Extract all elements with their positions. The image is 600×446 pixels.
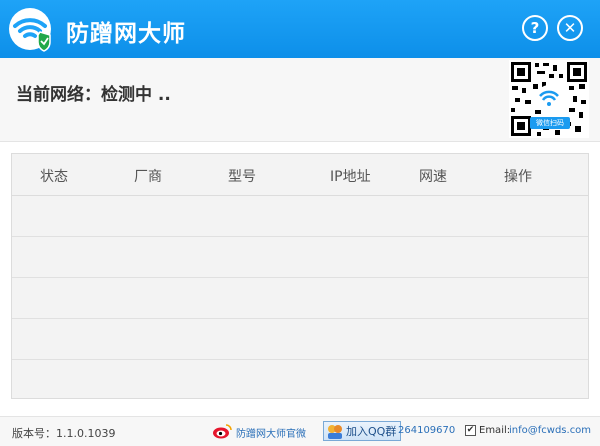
qr-caption: 微信扫码 — [530, 117, 570, 129]
current-network-status: 当前网络：检测中 .. — [16, 80, 171, 105]
table-row — [12, 196, 588, 237]
email-link[interactable]: info@fcwds.com — [509, 425, 591, 436]
help-button[interactable]: ? — [522, 15, 548, 41]
footer-bar: 版本号：1.1.0.1039 防蹭网大师官微 加入QQ群 264109670 ✔… — [0, 416, 600, 446]
column-status: 状态 — [40, 169, 68, 185]
version-label: 版本号：1.1.0.1039 — [12, 427, 116, 440]
device-table: 状态 厂商 型号 IP地址 网速 操作 — [11, 153, 589, 399]
title-bar: 防蹭网大师 ? ✕ — [0, 0, 600, 58]
current-network-label: 当前网络： — [16, 85, 101, 105]
table-row — [12, 319, 588, 360]
official-weibo-link[interactable]: 防蹭网大师官微 — [236, 425, 306, 440]
email-checkbox[interactable]: ✔ — [465, 425, 476, 436]
close-button[interactable]: ✕ — [557, 15, 583, 41]
wifi-shield-logo-icon — [9, 8, 51, 52]
column-ip-address: IP地址 — [330, 169, 371, 185]
join-qq-group-button[interactable]: 加入QQ群 — [323, 421, 402, 441]
qq-group-icon — [328, 425, 342, 439]
current-network-value: 检测中 .. — [101, 85, 171, 105]
table-row — [12, 360, 588, 401]
column-vendor: 厂商 — [134, 169, 162, 185]
table-row — [12, 278, 588, 319]
table-header: 状态 厂商 型号 IP地址 网速 操作 — [12, 154, 588, 196]
join-qq-group-label: 加入QQ群 — [346, 425, 397, 438]
column-model: 型号 — [228, 169, 256, 185]
email-label: Email: — [479, 425, 511, 436]
column-actions: 操作 — [504, 169, 532, 185]
column-speed: 网速 — [419, 169, 447, 185]
app-title: 防蹭网大师 — [66, 21, 186, 47]
weibo-icon[interactable] — [212, 423, 232, 439]
qq-group-number: 264109670 — [398, 425, 456, 436]
table-row — [12, 237, 588, 278]
close-icon: ✕ — [563, 19, 577, 37]
help-icon: ? — [530, 19, 540, 37]
